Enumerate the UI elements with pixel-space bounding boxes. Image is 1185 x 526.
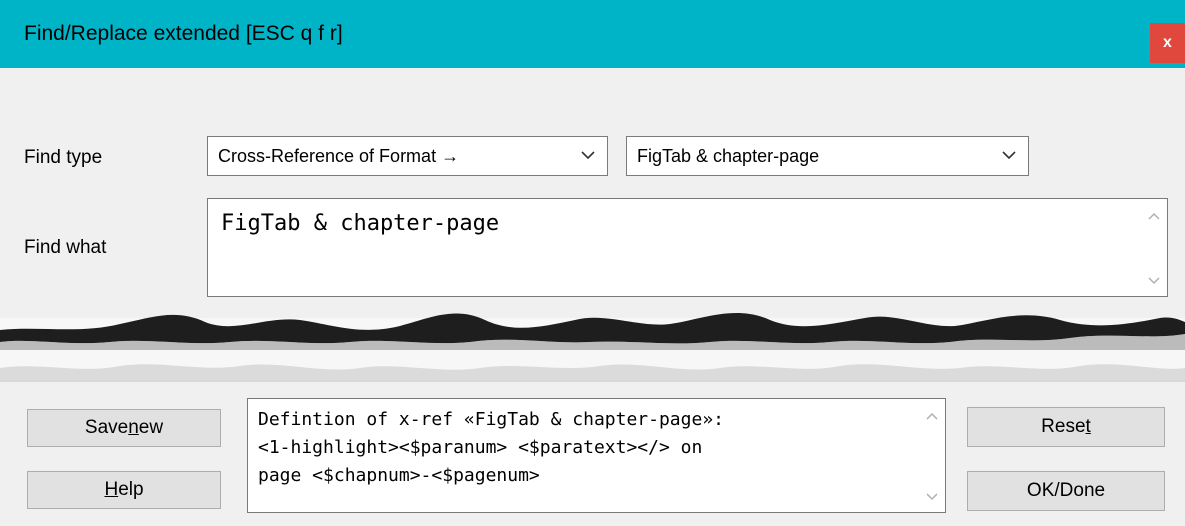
find-what-input[interactable]: FigTab & chapter-page [207, 198, 1168, 297]
chevron-down-icon[interactable] [926, 492, 938, 502]
ok-done-button[interactable]: OK/Done [967, 471, 1165, 511]
help-button[interactable]: Help [27, 471, 221, 509]
save-new-label: Save [84, 417, 129, 438]
chevron-up-icon[interactable] [926, 411, 938, 421]
chevron-up-icon[interactable] [1148, 211, 1160, 221]
reset-label: Rese [1041, 416, 1086, 437]
find-what-scrollbar[interactable] [1141, 199, 1167, 296]
definition-scrollbar[interactable] [919, 399, 945, 512]
help-mnemonic: H [104, 479, 119, 500]
find-what-label: Find what [24, 237, 107, 258]
xref-format-value: FigTab & chapter-page [637, 146, 820, 166]
close-icon: x [1163, 34, 1172, 51]
chevron-down-icon [581, 151, 595, 160]
find-type-select[interactable]: Cross-Reference of Format → [207, 136, 608, 176]
find-type-label: Find type [24, 147, 103, 168]
help-label: elp [118, 479, 144, 500]
xref-format-select[interactable]: FigTab & chapter-page [626, 136, 1029, 176]
chevron-down-icon[interactable] [1148, 276, 1160, 286]
reset-button[interactable]: Rese t [967, 407, 1165, 447]
definition-line: page <$chapnum>‑<$pagenum> [258, 465, 540, 486]
window-title: Find/Replace extended [ESC q f r] [24, 22, 343, 45]
find-type-value: Cross-Reference of Format → [218, 146, 460, 166]
reset-mnemonic: t [1085, 416, 1091, 437]
save-new-label-rest: ew [138, 417, 164, 438]
title-bar: Find/Replace extended [ESC q f r] x [0, 0, 1185, 68]
save-new-button[interactable]: Save n ew [27, 409, 221, 447]
find-what-text: FigTab & chapter-page [221, 211, 500, 236]
save-new-mnemonic: n [128, 417, 139, 438]
definition-line: <1-highlight><$paranum> <$paratext></> o… [258, 437, 703, 458]
ok-done-label: OK/Done [1026, 480, 1106, 501]
chevron-down-icon [1002, 151, 1016, 160]
xref-definition-textarea[interactable]: Defintion of x-ref «FigTab & chapter-pag… [247, 398, 946, 513]
torn-edge-divider [0, 313, 1185, 382]
close-button[interactable]: x [1150, 23, 1185, 63]
definition-line: Defintion of x-ref «FigTab & chapter-pag… [258, 409, 724, 430]
